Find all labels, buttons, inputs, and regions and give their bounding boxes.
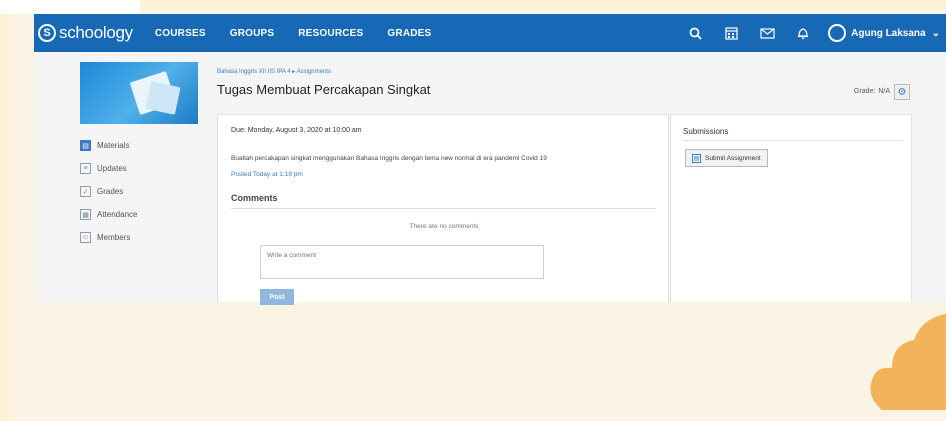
sidebar-item-attendance[interactable]: ▦ Attendance bbox=[80, 203, 198, 226]
sidebar-item-members[interactable]: ☺ Members bbox=[80, 226, 198, 249]
mail-icon[interactable] bbox=[756, 22, 778, 44]
nav-courses[interactable]: COURSES bbox=[155, 28, 206, 39]
sidebar-item-label: Attendance bbox=[97, 210, 138, 219]
nav-groups[interactable]: GROUPS bbox=[230, 28, 275, 39]
bell-icon[interactable] bbox=[792, 22, 814, 44]
page-title: Tugas Membuat Percakapan Singkat bbox=[217, 82, 431, 97]
breadcrumb[interactable]: Bahasa Inggris XII IIS IPA 4 ▸ Assignmen… bbox=[217, 68, 331, 75]
gear-icon: ⚙ bbox=[897, 86, 907, 98]
top-tab-strip bbox=[0, 0, 140, 14]
sidebar-item-grades[interactable]: ✓ Grades bbox=[80, 180, 198, 203]
top-navbar: S schoology COURSES GROUPS RESOURCES GRA… bbox=[34, 14, 946, 52]
comments-divider bbox=[231, 208, 656, 209]
search-icon[interactable] bbox=[684, 22, 706, 44]
avatar bbox=[828, 24, 847, 42]
logo-mark: S bbox=[38, 24, 56, 42]
course-sidebar: ▤ Materials ≡ Updates ✓ Grades ▦ Attenda… bbox=[80, 134, 198, 249]
course-image bbox=[80, 62, 198, 124]
course-image-paper-2 bbox=[145, 81, 181, 115]
grade-value: N/A bbox=[878, 88, 890, 95]
sidebar-item-label: Grades bbox=[97, 187, 124, 196]
assignment-description: Buatlah percakapan singkat menggunakan B… bbox=[231, 155, 547, 162]
attendance-icon: ▦ bbox=[80, 209, 91, 220]
course-page: ▤ Materials ≡ Updates ✓ Grades ▦ Attenda… bbox=[34, 52, 946, 305]
assignment-panel: Due: Monday, August 3, 2020 at 10:00 am … bbox=[217, 114, 669, 305]
grade-display: Grade: N/A bbox=[854, 88, 890, 95]
calendar-icon[interactable] bbox=[720, 22, 742, 44]
post-button[interactable]: Post bbox=[260, 289, 294, 305]
sidebar-item-materials[interactable]: ▤ Materials bbox=[80, 134, 198, 157]
members-icon: ☺ bbox=[80, 232, 91, 243]
materials-icon: ▤ bbox=[80, 140, 91, 151]
submit-assignment-label: Submit Assignment bbox=[705, 154, 761, 162]
comment-input[interactable] bbox=[260, 245, 544, 279]
logo-text: schoology bbox=[59, 23, 133, 42]
chevron-down-icon: ⌄ bbox=[931, 27, 940, 39]
cloud-decoration bbox=[870, 314, 946, 410]
nav-resources[interactable]: RESOURCES bbox=[298, 28, 363, 39]
user-name: Agung Laksana bbox=[851, 27, 926, 39]
submissions-heading: Submissions bbox=[683, 127, 729, 136]
posted-time: Posted Today at 1:19 pm bbox=[231, 171, 303, 178]
comments-heading: Comments bbox=[231, 193, 278, 203]
submissions-panel: Submissions ▤ Submit Assignment bbox=[670, 114, 912, 302]
settings-button[interactable]: ⚙ bbox=[894, 84, 910, 100]
due-date: Due: Monday, August 3, 2020 at 10:00 am bbox=[231, 127, 362, 134]
grades-icon: ✓ bbox=[80, 186, 91, 197]
user-menu[interactable]: Agung Laksana ⌄ bbox=[828, 24, 940, 42]
submissions-divider bbox=[683, 140, 903, 141]
grade-label: Grade: bbox=[853, 88, 876, 95]
submit-assignment-button[interactable]: ▤ Submit Assignment bbox=[685, 149, 768, 167]
nav-right: Agung Laksana ⌄ bbox=[684, 22, 946, 44]
upload-icon: ▤ bbox=[692, 153, 701, 163]
sidebar-item-label: Updates bbox=[97, 164, 127, 173]
updates-icon: ≡ bbox=[80, 163, 91, 174]
sidebar-item-updates[interactable]: ≡ Updates bbox=[80, 157, 198, 180]
sidebar-item-label: Materials bbox=[97, 141, 130, 150]
nav-grades[interactable]: GRADES bbox=[387, 28, 431, 39]
sidebar-item-label: Members bbox=[97, 233, 131, 242]
no-comments-text: There are no comments bbox=[409, 223, 479, 230]
schoology-logo[interactable]: S schoology bbox=[38, 23, 133, 43]
